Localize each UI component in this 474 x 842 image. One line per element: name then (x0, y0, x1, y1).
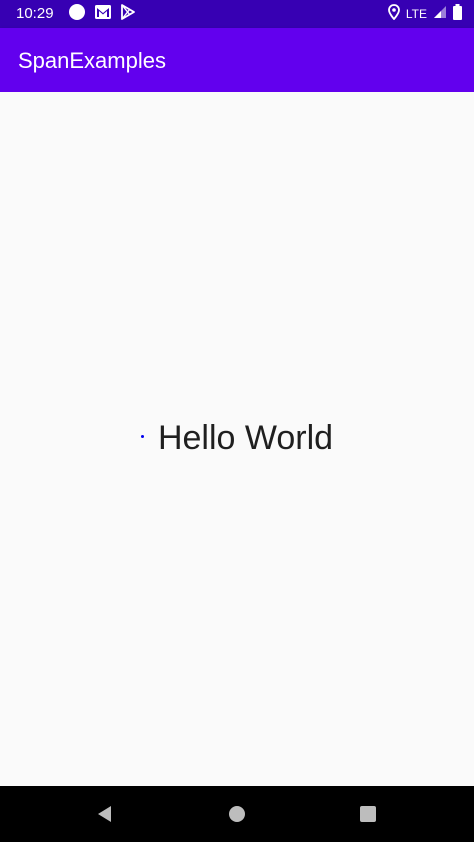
gmail-icon (94, 4, 112, 25)
recents-icon (360, 806, 376, 822)
play-store-icon (120, 3, 136, 25)
signal-icon (433, 5, 447, 24)
main-content: Hello World (0, 92, 474, 786)
recents-button[interactable] (356, 802, 380, 826)
status-time: 10:29 (16, 5, 54, 22)
location-icon (387, 3, 400, 25)
status-notification-icons (68, 3, 136, 26)
network-label: LTE (405, 7, 427, 21)
back-icon (98, 806, 111, 822)
status-bar: 10:29 LTE (0, 0, 474, 28)
phone-screen: 10:29 LTE SpanExamples Hello World (0, 0, 474, 842)
app-title: SpanExamples (18, 48, 166, 73)
battery-icon (453, 3, 462, 25)
navigation-bar (0, 786, 474, 842)
app-bar: SpanExamples (0, 28, 474, 92)
hello-row: Hello World (0, 418, 474, 458)
hello-text: Hello World (157, 419, 334, 457)
circle-notification-icon (68, 3, 86, 26)
bullet-icon (140, 434, 144, 438)
home-icon (229, 806, 245, 822)
home-button[interactable] (225, 802, 249, 826)
back-button[interactable] (93, 802, 117, 826)
status-system-icons: LTE (387, 3, 462, 25)
